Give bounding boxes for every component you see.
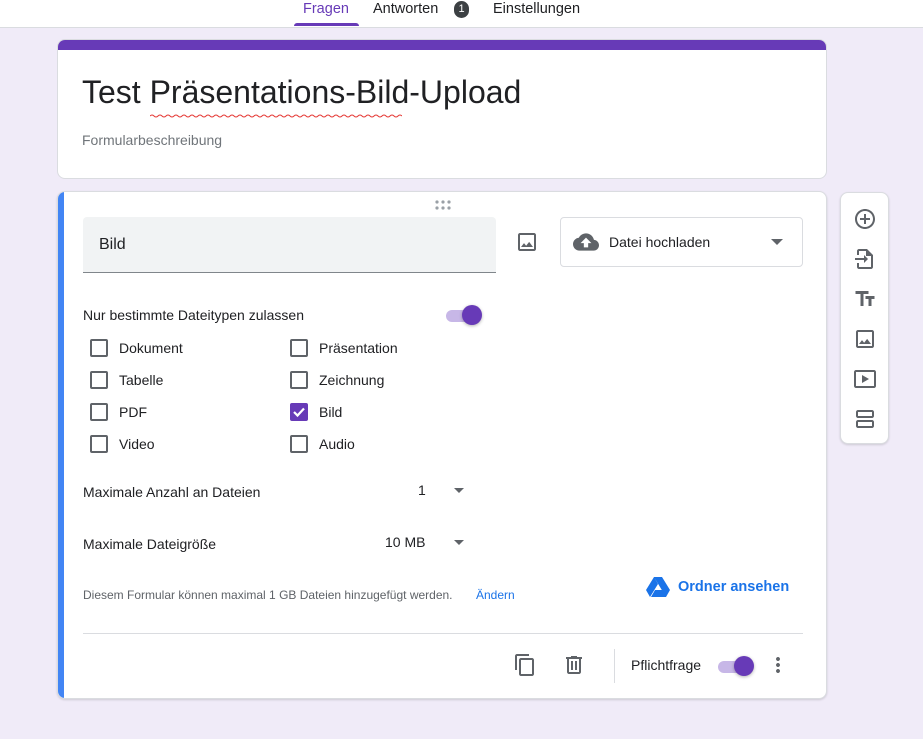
max-size-dropdown[interactable]: 10 MB	[378, 526, 468, 558]
form-title-card: Test Präsentations-Bild-Upload Formularb…	[57, 39, 827, 179]
check-icon	[293, 407, 305, 418]
checkbox-document-label: Dokument	[119, 340, 183, 356]
footer-vertical-divider	[614, 649, 615, 683]
add-image-icon[interactable]	[515, 230, 539, 254]
chevron-down-icon	[454, 540, 464, 545]
checkbox-box	[290, 435, 308, 453]
add-image-icon[interactable]	[853, 327, 877, 351]
required-toggle[interactable]	[716, 655, 756, 677]
restrict-file-types-label: Nur bestimmte Dateitypen zulassen	[83, 307, 304, 323]
active-tab-indicator	[294, 23, 359, 26]
question-type-select[interactable]: Datei hochladen	[560, 217, 803, 267]
more-options-icon[interactable]	[766, 653, 790, 677]
chevron-down-icon	[454, 488, 464, 493]
max-size-label: Maximale Dateigröße	[83, 536, 217, 552]
checkbox-drawing[interactable]	[289, 370, 309, 390]
checkbox-audio-label: Audio	[319, 436, 355, 452]
change-limit-link[interactable]: Ändern	[476, 588, 515, 602]
title-card-accent	[58, 40, 826, 50]
spellcheck-underline	[150, 114, 402, 118]
form-description-field[interactable]: Formularbeschreibung	[82, 132, 222, 148]
form-title[interactable]: Test Präsentations-Bild-Upload	[82, 74, 521, 111]
checkbox-box	[90, 371, 108, 389]
checkbox-presentation-label: Präsentation	[319, 340, 398, 356]
active-card-indicator	[58, 192, 64, 698]
drag-handle-icon[interactable]	[434, 200, 452, 210]
tab-responses[interactable]: Antworten	[373, 1, 438, 17]
delete-icon[interactable]	[562, 653, 586, 677]
checkbox-box	[90, 435, 108, 453]
checkbox-pdf-label: PDF	[119, 404, 147, 420]
checkbox-pdf[interactable]	[89, 402, 109, 422]
checkbox-spreadsheet[interactable]	[89, 370, 109, 390]
checkbox-box	[90, 403, 108, 421]
checkbox-box	[90, 339, 108, 357]
tab-questions[interactable]: Fragen	[303, 1, 349, 17]
max-files-dropdown[interactable]: 1	[398, 474, 468, 506]
upload-limit-note: Diesem Formular können maximal 1 GB Date…	[83, 588, 453, 602]
toggle-thumb	[462, 305, 482, 325]
cloud-upload-icon	[573, 233, 599, 251]
restrict-file-types-toggle[interactable]	[444, 304, 484, 326]
floating-toolbar	[840, 192, 889, 444]
checkbox-image-label: Bild	[319, 404, 343, 420]
responses-count-badge: 1	[454, 1, 469, 18]
checkbox-document[interactable]	[89, 338, 109, 358]
max-files-value: 1	[418, 482, 426, 498]
import-questions-icon[interactable]	[853, 247, 877, 271]
checkbox-video-label: Video	[119, 436, 155, 452]
toggle-thumb	[734, 656, 754, 676]
max-files-label: Maximale Anzahl an Dateien	[83, 484, 261, 500]
question-type-label: Datei hochladen	[609, 234, 711, 250]
checkbox-drawing-label: Zeichnung	[319, 372, 385, 388]
question-card: Bild Datei hochladen Nur bestimmte Datei…	[57, 191, 827, 699]
question-title-input[interactable]: Bild	[83, 217, 496, 273]
footer-divider	[83, 633, 803, 634]
checkbox-video[interactable]	[89, 434, 109, 454]
max-size-value: 10 MB	[385, 534, 426, 550]
question-title-text: Bild	[99, 236, 126, 253]
required-label: Pflichtfrage	[631, 657, 702, 673]
chevron-down-icon	[771, 239, 783, 245]
checkbox-audio[interactable]	[289, 434, 309, 454]
drive-icon	[646, 577, 670, 597]
tab-settings[interactable]: Einstellungen	[493, 1, 580, 17]
add-question-icon[interactable]	[853, 207, 877, 231]
add-title-icon[interactable]	[853, 287, 877, 311]
view-folder-label: Ordner ansehen	[678, 579, 790, 595]
add-video-icon[interactable]	[853, 367, 877, 391]
checkbox-box	[290, 339, 308, 357]
top-tab-bar: Fragen Antworten 1 Einstellungen	[0, 0, 923, 28]
add-section-icon[interactable]	[853, 407, 877, 431]
checkbox-spreadsheet-label: Tabelle	[119, 372, 164, 388]
checkbox-box	[290, 371, 308, 389]
duplicate-icon[interactable]	[513, 653, 537, 677]
checkbox-image[interactable]	[289, 402, 309, 422]
checkbox-presentation[interactable]	[289, 338, 309, 358]
